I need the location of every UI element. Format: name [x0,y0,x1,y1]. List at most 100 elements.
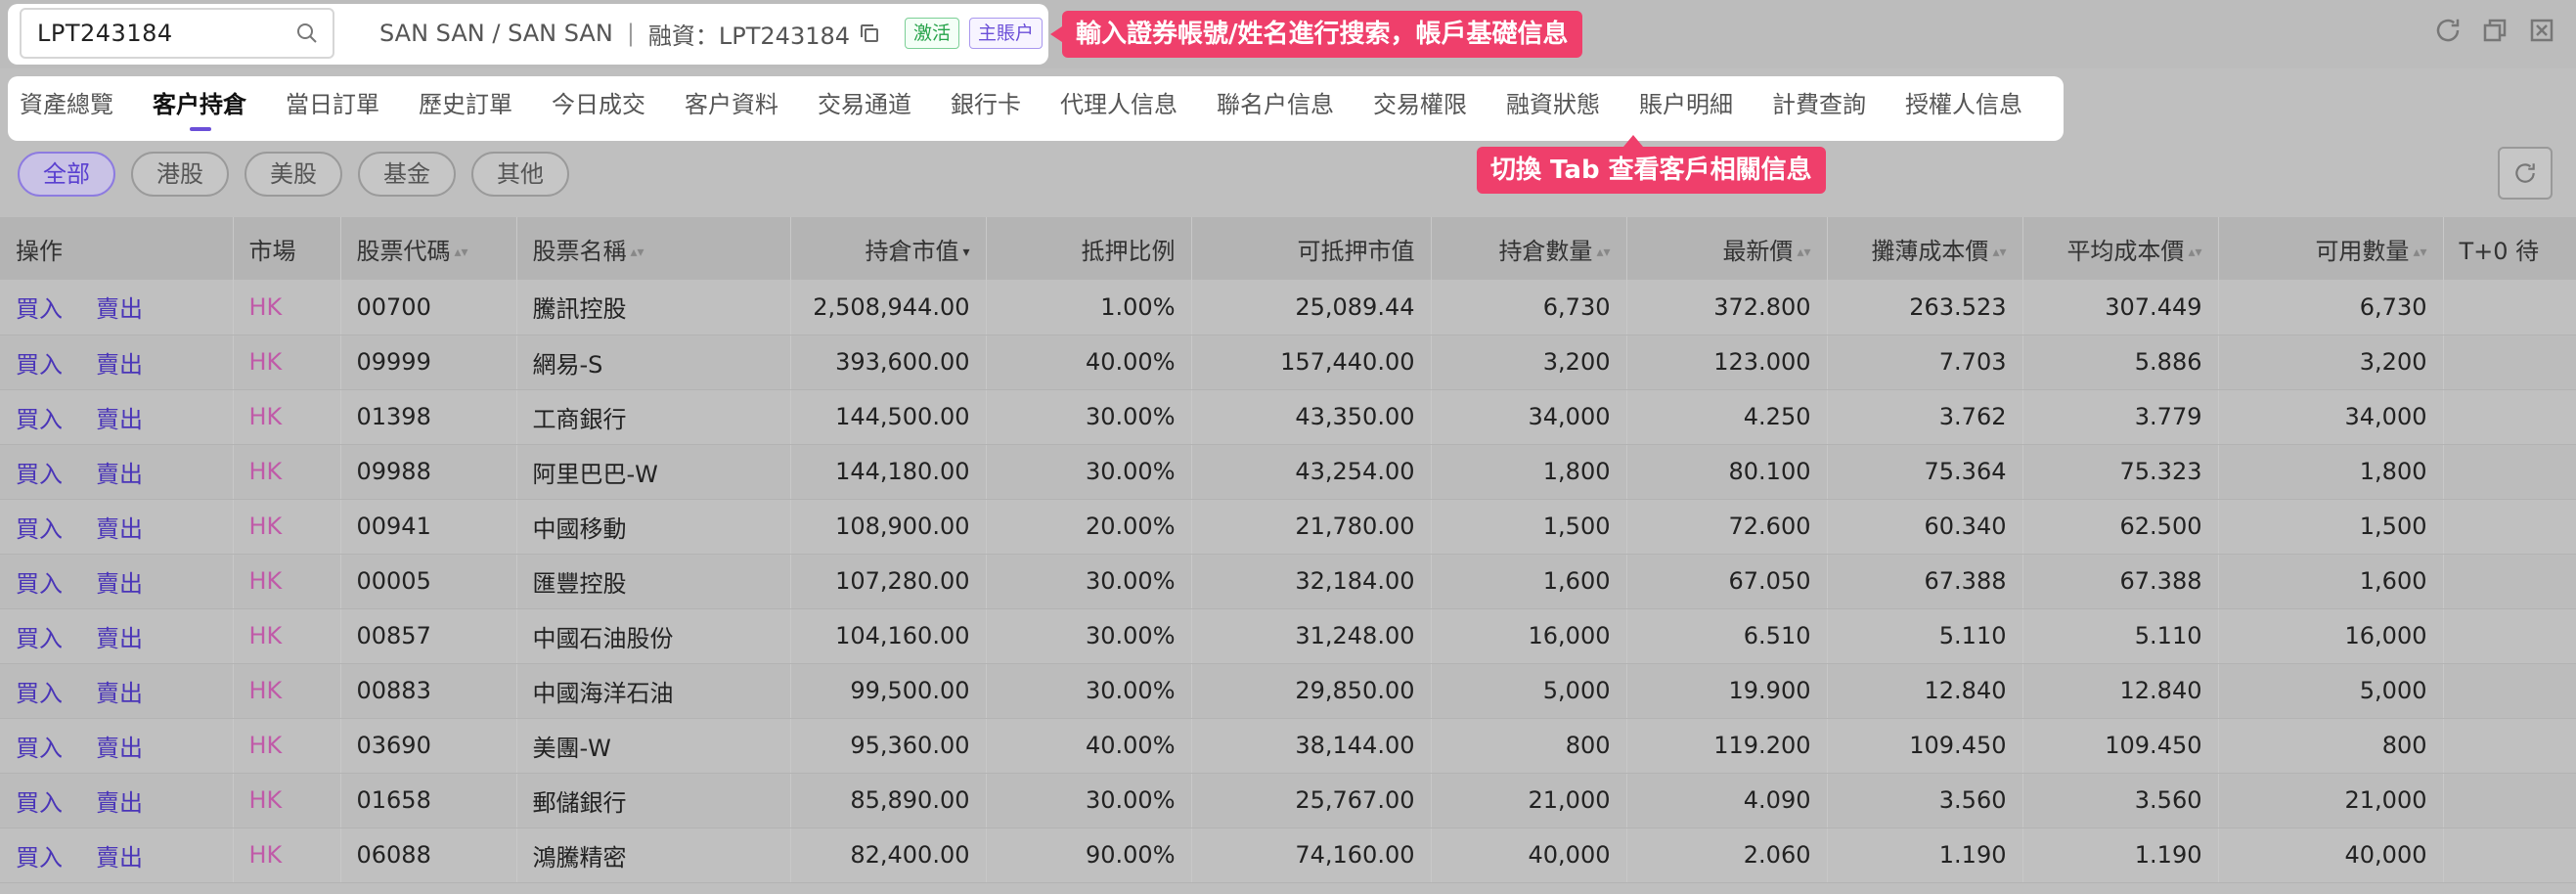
sort-icon[interactable]: ▴▾ [455,245,468,260]
filter-fund[interactable]: 基金 [358,152,456,197]
table-row: 買入 賣出 HK 06088 鴻騰精密 82,400.00 90.00% 74,160.00 4… [0,827,2576,883]
sell-button[interactable]: 賣出 [96,461,143,488]
col-latest-price-label: 最新價 [1722,237,1794,265]
col-name[interactable]: 股票名稱 ▴▾ [516,217,791,280]
col-action: 操作 [0,217,234,280]
tab-client-info[interactable]: 客户資料 [685,76,778,141]
cell-market: HK [233,335,341,390]
tab-today-trades[interactable]: 今日成交 [552,76,645,141]
buy-button[interactable]: 買入 [16,680,63,707]
cell-name: 工商銀行 [516,389,791,445]
cell-average-cost: 307.449 [2022,280,2219,335]
account-type: 融資：LPT243184 [647,22,851,50]
sort-icon[interactable]: ▴▾ [1992,245,2006,260]
cell-market: HK [233,827,341,883]
cell-name: 中國海洋石油 [516,663,791,719]
cell-latest-price: 372.800 [1626,280,1828,335]
cell-latest-price: 2.060 [1626,827,1828,883]
sell-button[interactable]: 賣出 [96,789,143,817]
tab-trade-channel[interactable]: 交易通道 [818,76,911,141]
sort-icon[interactable]: ▴▾ [2413,245,2426,260]
filter-other[interactable]: 其他 [471,152,569,197]
cell-pledge-ratio: 20.00% [986,499,1192,555]
buy-button[interactable]: 買入 [16,515,63,543]
buy-button[interactable]: 買入 [16,351,63,379]
sort-desc-icon[interactable]: ▾ [962,245,969,260]
search-input-value[interactable]: LPT243184 [37,20,295,47]
cell-market: HK [233,773,341,828]
tab-margin-status[interactable]: 融資狀態 [1506,76,1600,141]
col-available-qty[interactable]: 可用數量 ▴▾ [2218,217,2444,280]
sell-button[interactable]: 賣出 [96,515,143,543]
buy-button[interactable]: 買入 [16,844,63,872]
sort-icon[interactable]: ▴▾ [1797,245,1810,260]
sell-button[interactable]: 賣出 [96,406,143,433]
tab-joint-account[interactable]: 聯名户信息 [1217,76,1334,141]
sell-button[interactable]: 賣出 [96,735,143,762]
close-window-icon[interactable] [2527,16,2556,45]
cell-market-value: 85,890.00 [790,773,987,828]
buy-button[interactable]: 買入 [16,570,63,598]
tab-trade-permission[interactable]: 交易權限 [1373,76,1467,141]
col-average-cost[interactable]: 平均成本價 ▴▾ [2022,217,2219,280]
cell-t0 [2443,773,2576,828]
buy-button[interactable]: 買入 [16,406,63,433]
col-code[interactable]: 股票代碼 ▴▾ [340,217,517,280]
cell-available-qty: 34,000 [2218,389,2444,445]
cell-available-qty: 1,800 [2218,444,2444,500]
filter-all[interactable]: 全部 [18,152,115,197]
sell-button[interactable]: 賣出 [96,625,143,652]
table-row: 買入 賣出 HK 09988 阿里巴巴-W 144,180.00 30.00% 43,254.… [0,444,2576,500]
cell-code: 00857 [340,608,517,664]
tab-asset-overview[interactable]: 資產總覽 [20,76,113,141]
cell-available-qty: 5,000 [2218,663,2444,719]
search-icon[interactable] [295,22,319,45]
tab-bank-card[interactable]: 銀行卡 [951,76,1021,141]
cell-diluted-cost: 5.110 [1827,608,2023,664]
col-diluted-cost[interactable]: 攤薄成本價 ▴▾ [1827,217,2023,280]
sort-icon[interactable]: ▴▾ [631,245,644,260]
refresh-icon[interactable] [2433,16,2463,45]
sell-button[interactable]: 賣出 [96,295,143,323]
window-icon[interactable] [2480,16,2509,45]
cell-t0 [2443,499,2576,555]
sell-button[interactable]: 賣出 [96,844,143,872]
tab-account-details[interactable]: 賬户明細 [1639,76,1733,141]
cell-available-qty: 800 [2218,718,2444,774]
tab-today-orders[interactable]: 當日訂單 [286,76,379,141]
filter-us[interactable]: 美股 [244,152,342,197]
cell-latest-price: 123.000 [1626,335,1828,390]
col-quantity[interactable]: 持倉數量 ▴▾ [1431,217,1627,280]
search-input[interactable]: LPT243184 [20,8,334,59]
tab-history-orders[interactable]: 歷史訂單 [419,76,512,141]
copy-icon[interactable] [858,22,881,45]
filter-hk[interactable]: 港股 [131,152,229,197]
buy-button[interactable]: 買入 [16,295,63,323]
cell-quantity: 5,000 [1431,663,1627,719]
tab-agent-info[interactable]: 代理人信息 [1060,76,1177,141]
cell-available-qty: 1,600 [2218,554,2444,609]
sort-icon[interactable]: ▴▾ [1596,245,1610,260]
buy-button[interactable]: 買入 [16,625,63,652]
tab-authorized-person[interactable]: 授權人信息 [1905,76,2022,141]
col-market-value[interactable]: 持倉市值 ▾ [790,217,987,280]
sell-button[interactable]: 賣出 [96,570,143,598]
tab-client-holdings[interactable]: 客户持倉 [153,76,246,141]
table-row: 買入 賣出 HK 00005 匯豐控股 107,280.00 30.00% 32,184.00… [0,554,2576,609]
sort-icon[interactable]: ▴▾ [2188,245,2201,260]
status-badge-main: 主賬户 [969,18,1044,49]
buy-button[interactable]: 買入 [16,789,63,817]
buy-button[interactable]: 買入 [16,735,63,762]
cell-quantity: 1,800 [1431,444,1627,500]
tab-fee-query[interactable]: 計費查詢 [1772,76,1866,141]
cell-diluted-cost: 1.190 [1827,827,2023,883]
col-pledgeable-value: 可抵押市值 [1191,217,1432,280]
buy-button[interactable]: 買入 [16,461,63,488]
col-latest-price[interactable]: 最新價 ▴▾ [1626,217,1828,280]
cell-actions: 買入 賣出 [0,389,234,445]
col-diluted-cost-label: 攤薄成本價 [1871,237,1989,265]
sell-button[interactable]: 賣出 [96,351,143,379]
sell-button[interactable]: 賣出 [96,680,143,707]
refresh-button[interactable] [2498,147,2553,200]
table-row: 買入 賣出 HK 00941 中國移動 108,900.00 20.00% 21,780.00… [0,499,2576,555]
